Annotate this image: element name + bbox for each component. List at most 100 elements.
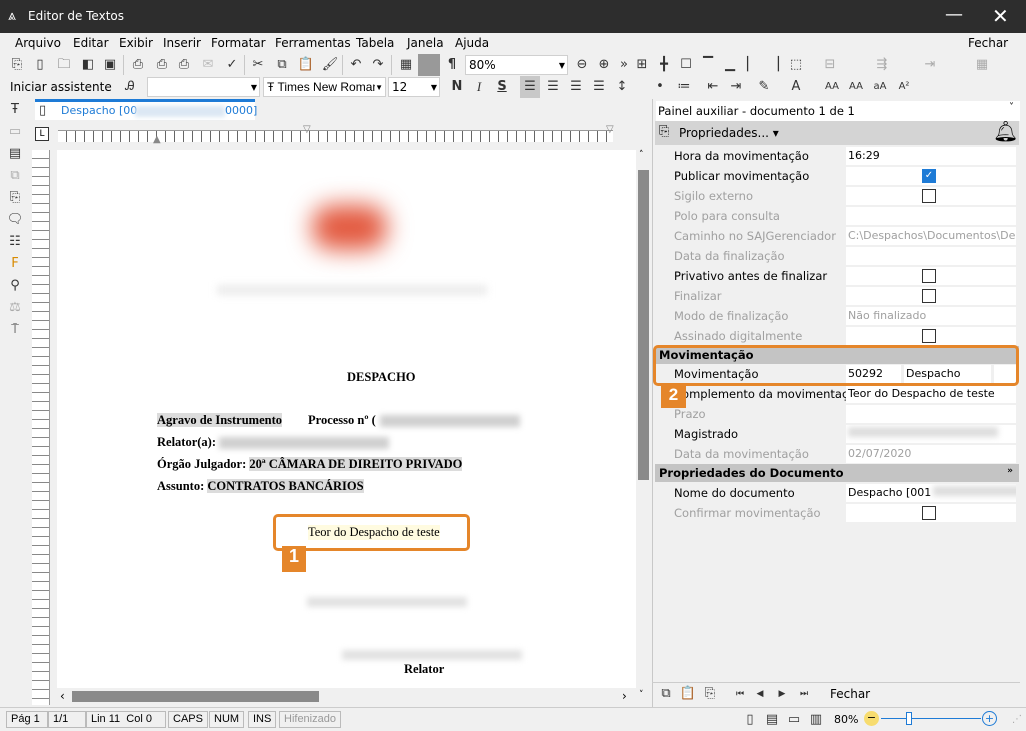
case-icon[interactable]: aA: [870, 76, 890, 98]
menu-exibir[interactable]: Exibir: [119, 36, 153, 50]
scroll-down-icon[interactable]: ˅: [639, 690, 644, 700]
form-icon[interactable]: ▤: [5, 143, 25, 165]
checkbox[interactable]: [922, 269, 936, 283]
cut-icon[interactable]: ✂: [248, 54, 268, 76]
checkbox[interactable]: [922, 329, 936, 343]
print-icon[interactable]: ⎙: [128, 54, 148, 76]
email-icon[interactable]: ✉: [198, 54, 218, 76]
print-preview-icon[interactable]: ⎙: [152, 54, 172, 76]
table-icon[interactable]: ▦: [396, 54, 416, 76]
menu-ferramentas[interactable]: Ferramentas: [275, 36, 351, 50]
spellcheck-icon[interactable]: ✓: [222, 54, 242, 76]
paste-props-icon[interactable]: 📋: [678, 683, 698, 705]
menu-inserir[interactable]: Inserir: [163, 36, 201, 50]
copy-icon[interactable]: ⧉: [272, 54, 292, 76]
borders-outer-icon[interactable]: ☐: [676, 54, 696, 76]
underline-button[interactable]: S: [492, 76, 512, 98]
bold-button[interactable]: N: [447, 76, 467, 98]
zoom-in-button[interactable]: +: [982, 711, 997, 726]
open-icon[interactable]: 🗀: [54, 54, 74, 76]
left-indent-marker-icon[interactable]: ▲: [153, 134, 161, 145]
align-left-icon[interactable]: ☰: [520, 76, 540, 98]
tab-stop-icon[interactable]: L: [35, 127, 49, 141]
pilcrow-icon[interactable]: ¶: [442, 54, 462, 76]
borders-all-icon[interactable]: ⊞: [632, 54, 652, 76]
horizontal-ruler[interactable]: L ▲ ▽ ▽: [33, 124, 652, 145]
menu-formatar[interactable]: Formatar: [211, 36, 266, 50]
vertical-scrollbar[interactable]: ˄ ˅: [636, 150, 652, 705]
zoom-slider-thumb[interactable]: [906, 712, 912, 725]
property-value[interactable]: [846, 247, 1016, 265]
italic-button[interactable]: I: [469, 76, 489, 98]
checkbox[interactable]: [922, 506, 936, 520]
menu-ajuda[interactable]: Ajuda: [455, 36, 489, 50]
right-indent-marker-icon[interactable]: ▽: [606, 124, 614, 135]
checkbox-checked[interactable]: ✓: [922, 169, 936, 183]
scroll-up-icon[interactable]: ˄: [639, 150, 644, 160]
new-document-icon[interactable]: ▯: [30, 54, 50, 76]
save-icon[interactable]: ▣: [100, 54, 120, 76]
border-left-icon[interactable]: ▏: [742, 54, 762, 76]
bell-icon[interactable]: 🔔︎: [993, 119, 1018, 143]
multi-page-icon[interactable]: ▥: [806, 709, 826, 731]
property-value[interactable]: C:\Despachos\Documentos\De...: [846, 227, 1016, 245]
numbering-icon[interactable]: ≔: [674, 76, 694, 98]
style-icon[interactable]: Ꭿ: [120, 76, 140, 98]
indent-icon[interactable]: ⇥: [726, 76, 746, 98]
bullets-icon[interactable]: •: [650, 76, 670, 98]
next-record-icon[interactable]: ▶: [772, 683, 792, 705]
property-value[interactable]: Teor do Despacho de teste: [846, 385, 1016, 403]
hscroll-thumb[interactable]: [72, 691, 319, 702]
style-select[interactable]: ▼: [147, 77, 260, 97]
superscript-icon[interactable]: A²: [894, 76, 914, 98]
seal-icon[interactable]: ⚲: [5, 275, 25, 297]
panel-chevron-icon[interactable]: ˅: [1009, 102, 1014, 113]
property-value[interactable]: Despacho [001: [846, 484, 1016, 502]
zoom-out-button[interactable]: −: [864, 711, 879, 726]
property-value[interactable]: [846, 207, 1016, 225]
copy-doc-icon[interactable]: ⧉: [5, 165, 25, 187]
first-record-icon[interactable]: ⏮: [730, 683, 750, 705]
font-size-select[interactable]: 12 ▼: [388, 77, 440, 97]
close-button[interactable]: ✕: [992, 4, 1009, 28]
menu-tabela[interactable]: Tabela: [356, 36, 394, 50]
align-center-icon[interactable]: ☰: [543, 76, 563, 98]
checkbox[interactable]: [922, 289, 936, 303]
undo-icon[interactable]: ↶: [346, 54, 366, 76]
redo-icon[interactable]: ↷: [368, 54, 388, 76]
print-setup-icon[interactable]: ⎙: [174, 54, 194, 76]
tool-icon[interactable]: ▭: [5, 121, 25, 143]
checkbox[interactable]: [922, 189, 936, 203]
sign-icon[interactable]: ⚖: [5, 297, 25, 319]
list-icon[interactable]: ☷: [5, 231, 25, 253]
border-top-icon[interactable]: ▔: [698, 54, 718, 76]
document-props-icon[interactable]: ⎘: [5, 187, 25, 209]
scroll-right-icon[interactable]: ›: [622, 689, 627, 703]
outdent-icon[interactable]: ⇤: [703, 76, 723, 98]
zoom-in-icon[interactable]: ⊕: [594, 54, 614, 76]
menu-janela[interactable]: Janela: [407, 36, 444, 50]
text-cursor-icon[interactable]: Ŧ: [5, 99, 25, 121]
copy-props-icon[interactable]: ⧉: [656, 683, 676, 705]
border-bottom-icon[interactable]: ▁: [720, 54, 740, 76]
section-document-properties[interactable]: Propriedades do Documento »: [655, 464, 1019, 482]
page-view-icon[interactable]: ▯: [740, 709, 760, 731]
paste-icon[interactable]: 📋: [296, 54, 316, 76]
font-color-icon[interactable]: A: [786, 76, 806, 98]
resize-grip-icon[interactable]: ⋰: [1012, 714, 1022, 725]
menu-editar[interactable]: Editar: [73, 36, 109, 50]
document-page[interactable]: DESPACHO Agravo de Instrumento Processo …: [57, 150, 636, 688]
horizontal-scrollbar[interactable]: ‹ ›: [56, 688, 636, 705]
insert-row-icon[interactable]: ⇥: [920, 54, 940, 76]
zoom-select[interactable]: 80% ▼: [465, 55, 568, 75]
shrink-font-icon[interactable]: AA: [846, 76, 866, 98]
magistrate-field[interactable]: [846, 425, 1016, 443]
line-spacing-icon[interactable]: ↕: [612, 76, 632, 98]
zoom-slider[interactable]: [881, 718, 981, 719]
grow-font-icon[interactable]: AA: [822, 76, 842, 98]
menu-fechar[interactable]: Fechar: [968, 36, 1008, 50]
merge-cells-icon[interactable]: ⊟: [820, 54, 840, 76]
property-value[interactable]: [846, 405, 1016, 423]
insert-column-icon[interactable]: ⇶: [872, 54, 892, 76]
last-record-icon[interactable]: ⏭: [794, 683, 814, 705]
